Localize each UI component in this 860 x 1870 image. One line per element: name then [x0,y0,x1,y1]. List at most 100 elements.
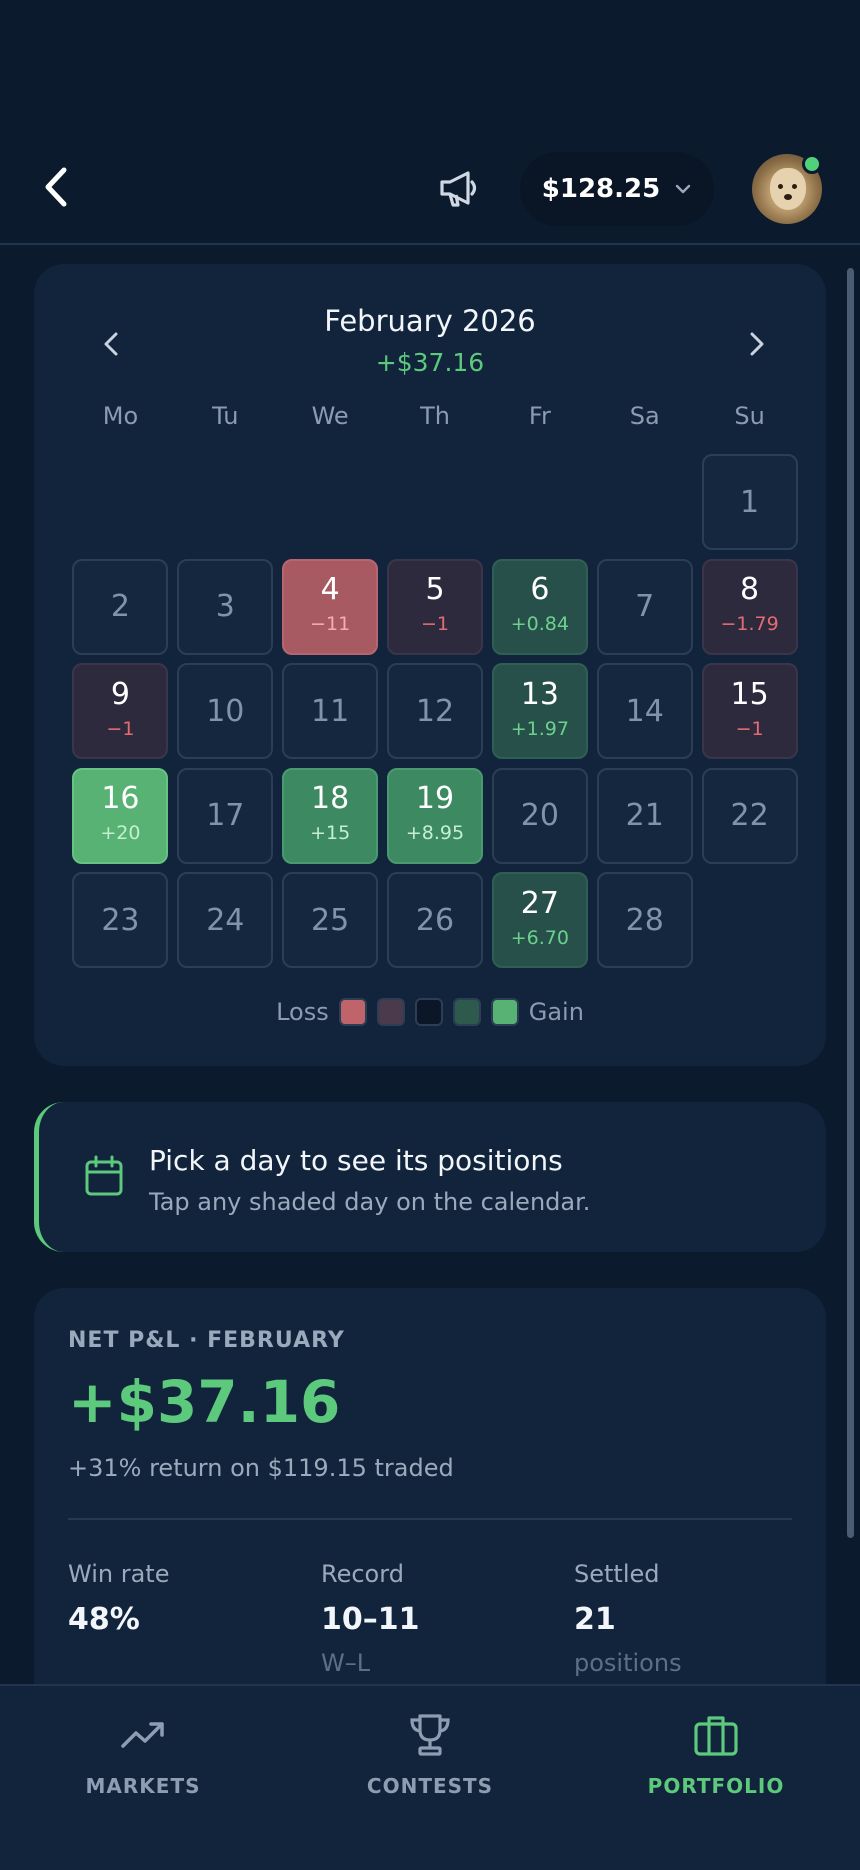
stat-value: 10–11 [321,1602,420,1637]
calendar-day-15[interactable]: 15 −1 [701,663,798,759]
calendar-icon [85,1155,123,1196]
legend-swatch [414,998,443,1026]
chevron-down-icon [676,184,691,194]
tab-portfolio[interactable]: PORTFOLIO [616,1712,816,1798]
trending-up-icon [121,1722,164,1748]
month-title: February 2026 [324,304,536,338]
month-total: +$37.16 [375,348,485,377]
calendar-day-20[interactable]: 20 [491,767,588,864]
divider [68,1518,792,1520]
stat-unit: W–L [321,1649,371,1677]
calendar-day-14[interactable]: 14 [596,663,693,759]
day-number: 18 [311,781,350,816]
back-arrow-icon[interactable] [38,162,74,212]
day-number: 24 [206,902,245,938]
legend-swatch [452,998,481,1026]
calendar-day-17[interactable]: 17 [177,767,274,864]
calendar-day-26[interactable]: 26 [387,872,483,968]
scrollbar[interactable] [847,268,854,1538]
stat-label: Record [321,1560,404,1588]
legend-loss-label: Loss [276,998,329,1026]
day-pnl-value: +6.70 [510,926,569,949]
calendar-day-19[interactable]: 19 +8.95 [387,767,483,864]
bottom-nav: MARKETS CONTESTS PORTFOLIO [0,1684,860,1870]
calendar-day-7[interactable]: 7 [596,558,693,655]
calendar-day-10[interactable]: 10 [177,663,274,759]
online-status-dot [802,154,822,174]
stat-label: Settled [574,1560,660,1588]
calendar-day-1[interactable]: 1 [701,454,798,550]
calendar-day-24[interactable]: 24 [177,872,274,968]
day-number: 19 [415,781,455,816]
calendar-day-27[interactable]: 27 +6.70 [491,872,588,968]
day-number: 11 [311,693,350,729]
day-number: 26 [415,902,455,938]
day-pnl-value: −1 [420,613,449,635]
calendar-card: February 2026 +$37.16 Mo Tu We Th Fr Sa … [34,264,826,1066]
day-number: 4 [320,572,340,607]
day-number: 28 [625,902,664,938]
megaphone-icon[interactable] [436,165,482,211]
calendar-day-22[interactable]: 22 [701,767,798,864]
day-number: 23 [101,902,140,938]
weekday-header: Mo Tu We Th Fr Sa Su [68,402,802,430]
day-number: 6 [530,572,550,607]
calendar-day-3[interactable]: 3 [177,558,274,655]
day-number: 15 [730,676,769,712]
tab-markets[interactable]: MARKETS [43,1712,243,1798]
calendar-day-25[interactable]: 25 [282,872,379,968]
day-hint-card: Pick a day to see its positions Tap any … [34,1102,826,1252]
stat-value: 21 [574,1602,616,1637]
stat-unit: positions [574,1649,682,1677]
calendar-day-18[interactable]: 18 +15 [282,767,379,864]
tab-contests[interactable]: CONTESTS [330,1712,530,1798]
pnl-eyebrow: NET P&L · FEBRUARY [68,1328,345,1353]
stat-record: Record 10–11 W–L [321,1560,420,1677]
day-pnl-value: +20 [100,822,141,844]
trophy-icon [410,1714,450,1756]
day-pnl-value: +1.97 [510,717,569,740]
day-number: 17 [206,798,245,833]
briefcase-icon [694,1716,738,1756]
day-number: 20 [520,798,559,833]
weekday-label: Tu [212,402,239,430]
day-number: 16 [101,781,140,816]
calendar-day-21[interactable]: 21 [596,767,693,864]
calendar-day-6[interactable]: 6 +0.84 [491,558,588,655]
balance-selector[interactable]: $128.25 [520,152,714,226]
weekday-label: Fr [528,402,551,430]
calendar-day-12[interactable]: 12 [387,663,483,759]
calendar-day-4[interactable]: 4 −11 [282,558,379,655]
calendar-day-13[interactable]: 13 +1.97 [491,663,588,759]
hint-title: Pick a day to see its positions [149,1144,563,1177]
day-pnl-value: −1 [735,717,764,740]
heat-legend: Loss Gain [34,998,826,1026]
calendar-day-23[interactable]: 23 [72,872,169,968]
legend-swatch [338,998,367,1026]
balance-amount: $128.25 [541,174,661,204]
calendar-day-5[interactable]: 5 −1 [387,558,483,655]
next-month-icon[interactable] [742,326,772,362]
day-number: 3 [215,589,235,624]
day-pnl-value: −11 [310,613,351,635]
calendar-day-11[interactable]: 11 [282,663,379,759]
day-number: 7 [635,589,655,624]
day-number: 27 [520,885,559,921]
pnl-amount: +$37.16 [68,1368,341,1436]
day-number: 22 [730,798,769,833]
calendar-day-9[interactable]: 9 −1 [72,663,169,759]
stat-win-rate: Win rate 48% [68,1560,169,1637]
day-number: 2 [110,589,130,624]
legend-swatch [376,998,405,1026]
calendar-day-8[interactable]: 8 −1.79 [701,558,798,655]
tab-label: CONTESTS [366,1774,494,1798]
day-pnl-value: −1 [106,717,135,740]
day-pnl-value: +0.84 [510,613,569,635]
calendar-day-16[interactable]: 16 +20 [72,767,169,864]
calendar-day-28[interactable]: 28 [596,872,693,968]
weekday-label: Sa [629,402,660,430]
weekday-label: Su [734,402,765,430]
tab-label: MARKETS [85,1774,201,1798]
day-number: 9 [110,676,130,712]
calendar-day-2[interactable]: 2 [72,558,169,655]
